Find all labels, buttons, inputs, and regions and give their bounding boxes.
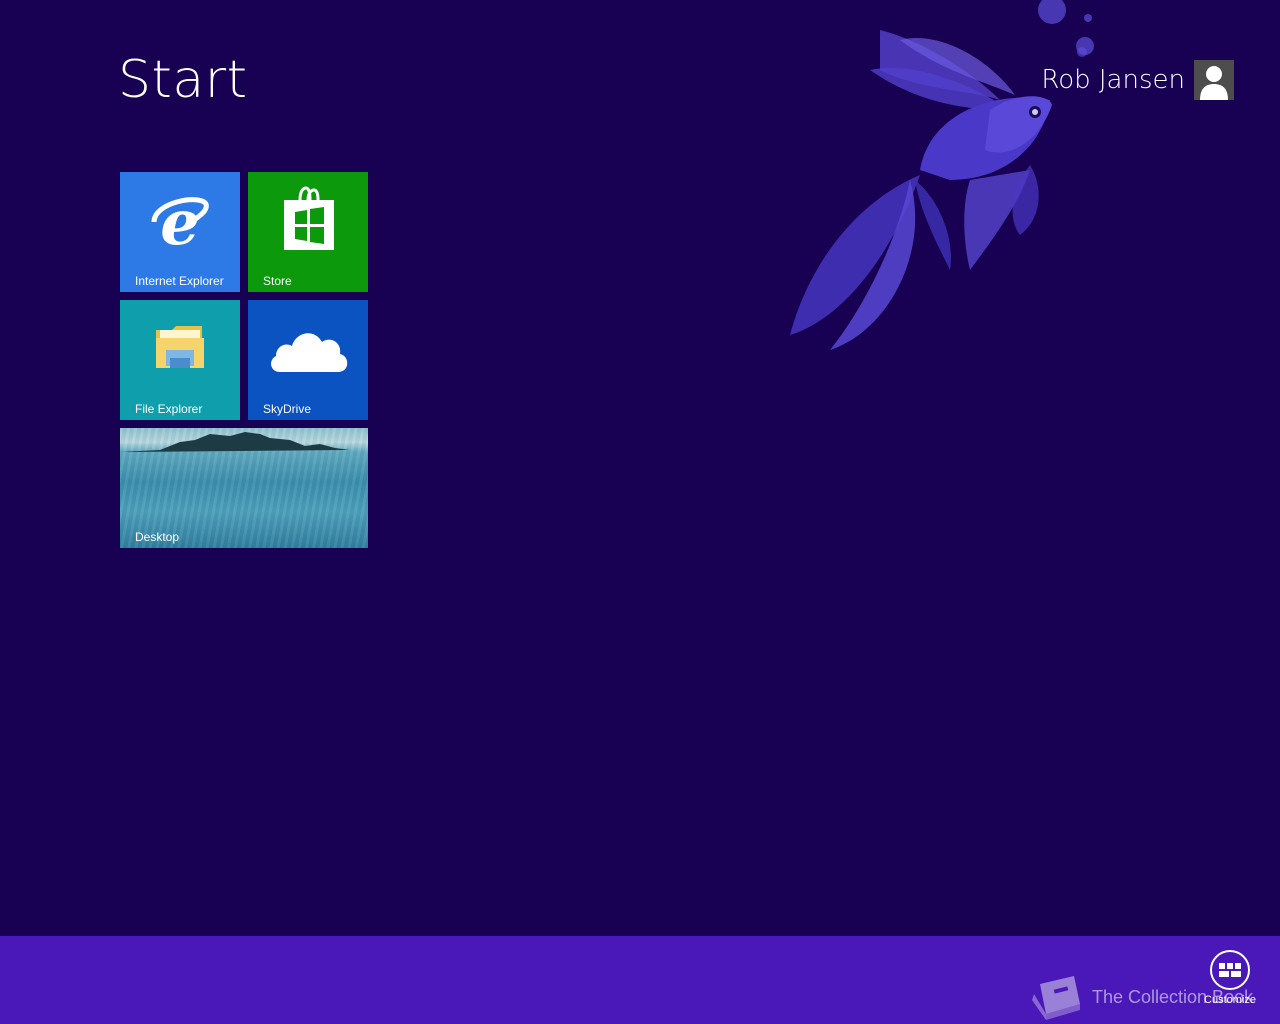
store-bag-icon	[284, 186, 334, 250]
tile-file-explorer[interactable]: File Explorer	[120, 300, 240, 420]
internet-explorer-icon: e	[151, 192, 209, 252]
user-account[interactable]: Rob Jansen	[1041, 60, 1234, 100]
user-silhouette-icon[interactable]	[1194, 60, 1234, 100]
tile-label: SkyDrive	[263, 402, 312, 416]
tile-label: Store	[263, 274, 292, 288]
tile-internet-explorer[interactable]: e Internet Explorer	[120, 172, 240, 292]
tile-label: Internet Explorer	[135, 274, 224, 288]
book-icon	[1032, 976, 1080, 1020]
tile-label: Desktop	[135, 530, 180, 544]
user-name: Rob Jansen	[1041, 65, 1185, 95]
tile-label: File Explorer	[135, 402, 203, 416]
folder-icon	[156, 326, 204, 368]
tile-desktop[interactable]: Desktop	[120, 428, 368, 548]
betta-fish-background-icon	[790, 0, 1094, 350]
page-title: Start	[118, 50, 248, 110]
customize-grid-icon	[1210, 950, 1250, 990]
customize-button[interactable]: Customize	[1196, 950, 1264, 1006]
cloud-icon	[271, 333, 348, 372]
tile-skydrive[interactable]: SkyDrive	[248, 300, 368, 420]
tile-store[interactable]: Store	[248, 172, 368, 292]
customize-label: Customize	[1204, 994, 1256, 1006]
desktop-wallpaper	[120, 432, 350, 452]
